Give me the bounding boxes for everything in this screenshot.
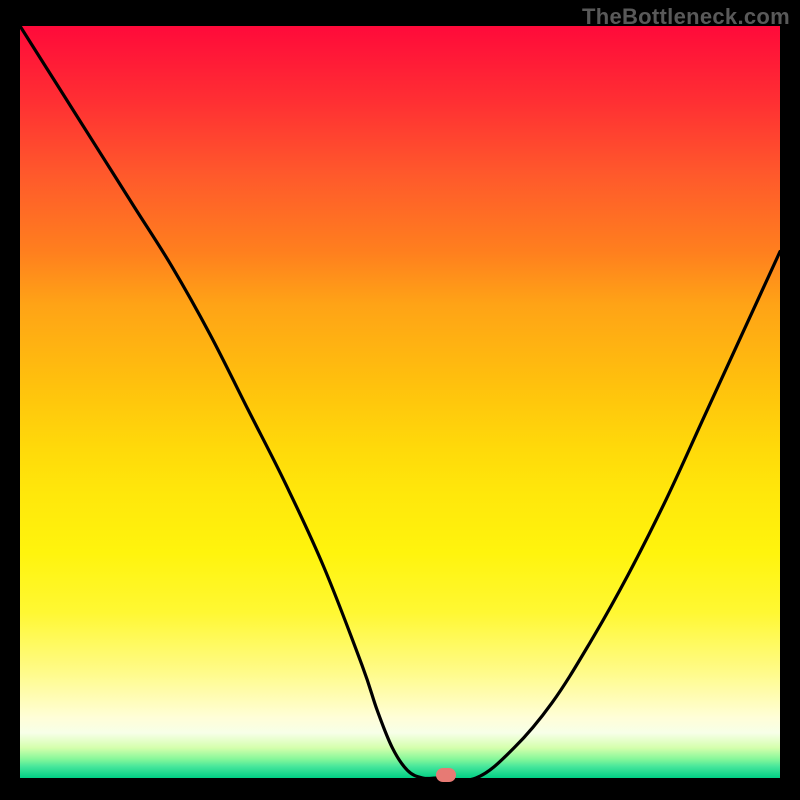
chart-frame: TheBottleneck.com (0, 0, 800, 800)
watermark-text: TheBottleneck.com (582, 4, 790, 30)
plot-area (20, 26, 780, 778)
curve-svg (20, 26, 780, 778)
bottleneck-curve-path (20, 26, 780, 778)
optimal-point-marker (436, 768, 456, 782)
